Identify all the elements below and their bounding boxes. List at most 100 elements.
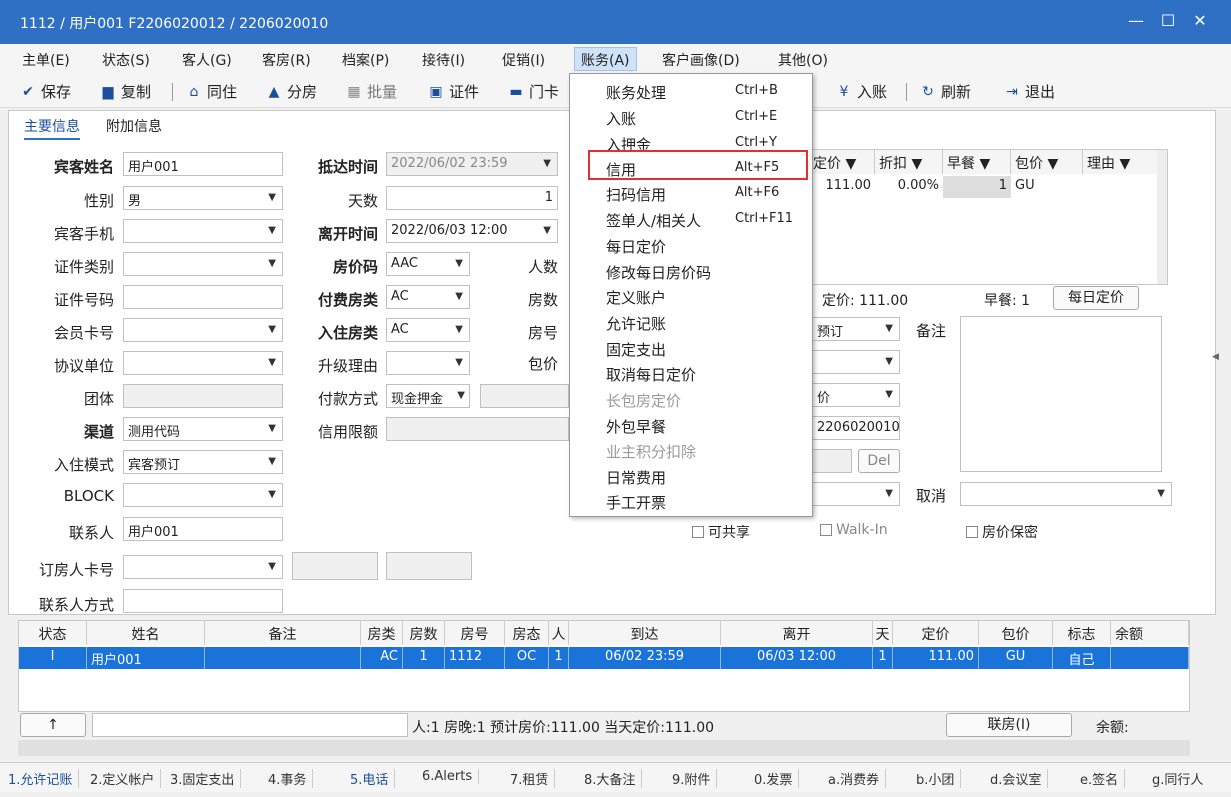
grid-col-room-type[interactable]: 房类: [361, 621, 403, 645]
menu-item-daily-expense[interactable]: 日常费用: [570, 463, 812, 489]
grid-col-room-no[interactable]: 房号: [445, 621, 505, 645]
group-input[interactable]: [123, 384, 283, 408]
agreement-select[interactable]: ▼: [123, 351, 283, 375]
rate-col-breakfast[interactable]: 早餐 ▼: [943, 150, 1011, 174]
rate-col-package[interactable]: 包价 ▼: [1011, 150, 1083, 174]
menu-other[interactable]: 其他(O): [778, 50, 828, 70]
rate-cell-price[interactable]: 111.00: [809, 176, 875, 198]
rate-cell-package[interactable]: GU: [1011, 176, 1083, 198]
menu-item-allow-charge[interactable]: 允许记账: [570, 309, 812, 335]
cancel-select[interactable]: ▼: [960, 482, 1172, 506]
menu-item-daily-rate[interactable]: 每日定价: [570, 232, 812, 258]
grid-cell-departure[interactable]: 06/03 12:00: [721, 647, 873, 669]
menu-archive[interactable]: 档案(P): [342, 50, 389, 70]
menu-item-define-account[interactable]: 定义账户: [570, 283, 812, 309]
channel-select[interactable]: 测用代码 ▼: [123, 417, 283, 441]
menu-status[interactable]: 状态(S): [102, 50, 150, 70]
tab-signature[interactable]: e.签名: [1080, 769, 1126, 788]
arrival-input[interactable]: 2022/06/02 23:59 ▼: [386, 152, 558, 176]
gender-select[interactable]: 男 ▼: [123, 186, 283, 210]
link-room-button[interactable]: 联房(I): [946, 713, 1072, 737]
rate-col-price[interactable]: 定价 ▼: [809, 150, 875, 174]
certificate-button[interactable]: ▣ 证件: [428, 81, 479, 102]
menu-item-modify-daily-rate-code[interactable]: 修改每日房价码: [570, 258, 812, 284]
upgrade-select[interactable]: ▼: [386, 351, 470, 375]
grid-cell-days[interactable]: 1: [873, 647, 893, 669]
grid-cell-room-no[interactable]: 1112: [445, 647, 505, 669]
grid-col-persons[interactable]: 人: [549, 621, 569, 645]
room-type-select[interactable]: AC ▼: [386, 318, 470, 342]
menu-item-post[interactable]: 入账 Ctrl+E: [570, 104, 812, 130]
exit-button[interactable]: ⇥ 退出: [1004, 81, 1055, 102]
refresh-button[interactable]: ↻ 刷新: [920, 81, 971, 102]
grid-cell-balance[interactable]: [1111, 647, 1189, 669]
grid-cell-status[interactable]: I: [19, 647, 87, 669]
grid-col-days[interactable]: 天: [873, 621, 893, 645]
summary-input[interactable]: [92, 713, 408, 737]
minimize-button[interactable]: —: [1124, 10, 1148, 32]
price-select[interactable]: 价 ▼: [812, 383, 900, 407]
rate-col-reason[interactable]: 理由 ▼: [1083, 150, 1159, 174]
booking-status-select[interactable]: 预订 ▼: [812, 317, 900, 341]
guest-name-input[interactable]: 用户001: [123, 152, 283, 176]
right-select-2[interactable]: ▼: [812, 350, 900, 374]
menu-item-owner-points[interactable]: 业主积分扣除: [570, 437, 812, 463]
tab-companion[interactable]: g.同行人: [1152, 769, 1209, 788]
rate-cell-breakfast[interactable]: 1: [943, 176, 1011, 198]
pay-method-select[interactable]: 现金押金 ▼: [386, 384, 470, 408]
grid-cell-rate[interactable]: 111.00: [893, 647, 979, 669]
grid-cell-name[interactable]: 用户001: [87, 647, 205, 669]
id-no-input[interactable]: [123, 285, 283, 309]
rate-cell-discount[interactable]: 0.00%: [875, 176, 943, 198]
grid-col-status[interactable]: 状态: [19, 621, 87, 645]
cohabit-button[interactable]: ⌂ 同住: [186, 81, 237, 102]
tab-events[interactable]: 4.事务: [268, 769, 314, 788]
menu-item-long-stay-rate[interactable]: 长包房定价: [570, 386, 812, 412]
del-button[interactable]: Del: [858, 449, 900, 473]
menu-promotion[interactable]: 促销(I): [502, 50, 545, 70]
grid-col-flag[interactable]: 标志: [1053, 621, 1111, 645]
grid-cell-persons[interactable]: 1: [549, 647, 569, 669]
menu-guest[interactable]: 客人(G): [182, 50, 232, 70]
block-select[interactable]: ▼: [123, 483, 283, 507]
contact-input[interactable]: 用户001: [123, 517, 283, 541]
menu-accounts[interactable]: 账务(A): [574, 47, 637, 71]
member-card-select[interactable]: ▼: [123, 318, 283, 342]
grid-col-departure[interactable]: 离开: [721, 621, 873, 645]
tab-alerts[interactable]: 6.Alerts: [422, 769, 480, 784]
grid-cell-remark[interactable]: [205, 647, 361, 669]
post-account-button[interactable]: ¥ 入账: [836, 81, 887, 102]
shareable-checkbox[interactable]: 可共享: [692, 522, 750, 542]
rate-col-discount[interactable]: 折扣 ▼: [875, 150, 943, 174]
contact-way-input[interactable]: [123, 589, 283, 613]
walkin-checkbox[interactable]: Walk-In: [820, 522, 888, 538]
menu-item-scan-credit[interactable]: 扫码信用 Alt+F6: [570, 180, 812, 206]
door-card-button[interactable]: ▬ 门卡: [508, 81, 559, 102]
split-room-button[interactable]: ▲ 分房: [266, 81, 317, 102]
tab-attachment[interactable]: 9.附件: [672, 769, 718, 788]
grid-col-arrival[interactable]: 到达: [569, 621, 721, 645]
id-type-select[interactable]: ▼: [123, 252, 283, 276]
tab-define-account[interactable]: 2.定义帐户: [90, 769, 162, 788]
menu-item-account-processing[interactable]: 账务处理 Ctrl+B: [570, 78, 812, 104]
tab-allow-charge[interactable]: 1.允许记账: [8, 769, 80, 788]
menu-customer-profile[interactable]: 客户画像(D): [662, 50, 740, 70]
tab-meeting-room[interactable]: d.会议室: [990, 769, 1049, 788]
up-arrow-button[interactable]: ↑: [20, 713, 86, 737]
tab-phone[interactable]: 5.电话: [350, 769, 396, 788]
save-button[interactable]: ✔ 保存: [20, 81, 71, 102]
phone-select[interactable]: ▼: [123, 219, 283, 243]
tab-small-group[interactable]: b.小团: [916, 769, 962, 788]
grid-col-name[interactable]: 姓名: [87, 621, 205, 645]
tab-extra-info[interactable]: 附加信息: [106, 116, 162, 136]
collapse-arrow-icon[interactable]: ◀: [1212, 352, 1219, 362]
booker-card-select[interactable]: ▼: [123, 555, 283, 579]
tab-main-info[interactable]: 主要信息: [24, 116, 80, 140]
grid-col-balance[interactable]: 余额: [1111, 621, 1189, 645]
menu-item-manual-invoice[interactable]: 手工开票: [570, 488, 812, 514]
right-select-6[interactable]: ▼: [812, 482, 900, 506]
booker-extra-input[interactable]: [292, 552, 378, 580]
grid-col-rate[interactable]: 定价: [893, 621, 979, 645]
menu-item-signer[interactable]: 签单人/相关人 Ctrl+F11: [570, 206, 812, 232]
grid-col-remark[interactable]: 备注: [205, 621, 361, 645]
